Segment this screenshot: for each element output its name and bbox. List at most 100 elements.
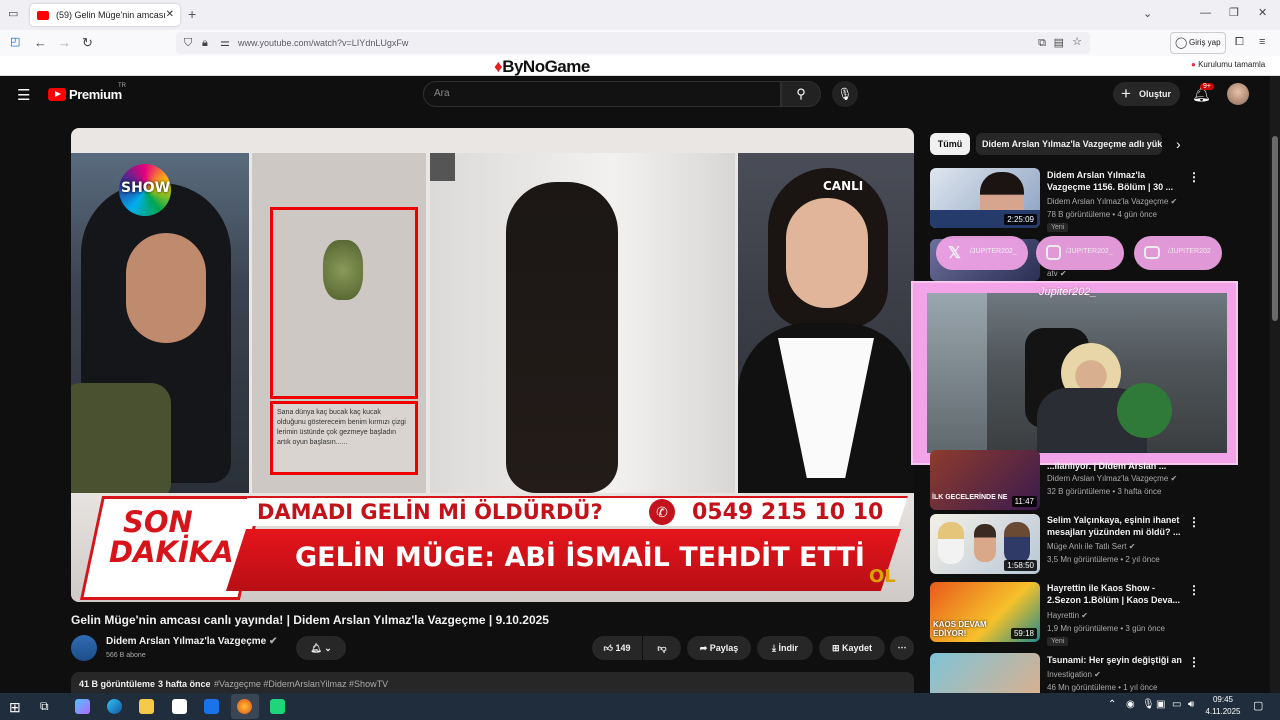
rec-channel[interactable]: Hayrettin ✔ (1047, 611, 1088, 621)
account-icon: ◯ (1175, 37, 1188, 49)
sidebar-toggle-icon[interactable]: ◰ (10, 37, 20, 48)
browser-tab-active[interactable]: (59) Gelin Müge'nin amcası ✕ (30, 4, 180, 26)
subscribed-bell-button[interactable]: 🔔︎ ⌄ (296, 636, 346, 660)
play-triangle-icon (55, 91, 61, 97)
store-icon[interactable] (172, 699, 187, 714)
notification-center-icon[interactable]: ▢ (1253, 699, 1263, 712)
restore-icon[interactable]: ❐ (1229, 8, 1239, 19)
rec-title[interactable]: Hayrettin ile Kaos Show - 2.Sezon 1.Bölü… (1047, 582, 1182, 606)
rec-thumbnail[interactable]: İLK GECELERİNDE NE 11:47 (930, 450, 1040, 510)
rec-thumbnail[interactable]: 2:25:09 (930, 168, 1040, 228)
address-bar[interactable]: ⛉ 🔒︎ ⚌ www.youtube.com/watch?v=LIYdnLUgx… (176, 32, 1090, 54)
tray-chevron-icon[interactable]: ⌃ (1108, 699, 1116, 710)
rec-menu-icon[interactable]: ⋮ (1188, 655, 1200, 669)
picture-in-picture-icon[interactable]: ⧉ (1038, 38, 1046, 49)
back-icon[interactable]: ← (34, 36, 47, 49)
voice-search-icon[interactable]: 🎙︎ (832, 81, 858, 107)
close-tab-icon[interactable]: ✕ (166, 4, 174, 26)
rec-channel-partial[interactable]: atv ✔ (1047, 269, 1067, 279)
rec-menu-icon[interactable]: ⋮ (1188, 583, 1200, 597)
reload-icon[interactable]: ↻ (82, 36, 93, 49)
description-box[interactable]: 41 B görüntüleme 3 hafta önce #Vazgeçme … (71, 672, 914, 693)
share-button[interactable]: ➦ Paylaş (687, 636, 751, 660)
scrollbar-thumb[interactable] (1272, 136, 1278, 321)
create-button[interactable]: + Oluştur (1113, 82, 1180, 106)
rec-thumbnail[interactable]: KAOS DEVAM EDİYOR! 59:18 (930, 582, 1040, 642)
rec-channel-partial-text: atv (1047, 269, 1058, 278)
menu-icon[interactable]: ≡ (1259, 37, 1265, 48)
save-icon: ⊞ (831, 643, 840, 653)
firefox-icon[interactable] (237, 699, 252, 714)
lock-icon[interactable]: 🔒︎ (202, 38, 208, 49)
channel-name[interactable]: Didem Arslan Yılmaz'la Vazgeçme ✔ (106, 636, 277, 647)
display-tray-icon[interactable]: ▣ (1156, 699, 1165, 710)
video-player[interactable]: SHOW Sana dünya kaç bucak kaç kucak oldu… (71, 128, 914, 602)
window-shape (927, 293, 987, 453)
search-button[interactable]: ⚲ (781, 81, 821, 107)
rec-channel[interactable]: Didem Arslan Yılmaz'la Vazgeçme ✔ (1047, 474, 1177, 484)
chip-channel[interactable]: Didem Arslan Yılmaz'la Vazgeçme adlı yük (976, 133, 1162, 155)
rec-thumbnail[interactable] (930, 653, 1040, 693)
video-panel-2: Sana dünya kaç bucak kaç kucak olduğunu … (252, 153, 426, 493)
start-icon[interactable]: ⊞ (9, 699, 21, 716)
rec-title[interactable]: Selim Yalçınkaya, eşinin ihanet mesajlar… (1047, 514, 1182, 538)
microphone-tray-icon[interactable]: 🎙︎ (1142, 699, 1155, 710)
chip-all[interactable]: Tümü (930, 133, 970, 155)
page-scrollbar[interactable] (1270, 76, 1280, 693)
webcam-overlay-frame: Jupiter202_ (911, 281, 1238, 465)
bookmark-label: Kurulumu tamamla (1198, 60, 1266, 69)
rec-menu-icon[interactable]: ⋮ (1188, 170, 1200, 184)
clock-time[interactable]: 09:45 (1205, 695, 1241, 704)
task-view-icon[interactable]: ⧉ (40, 699, 49, 714)
file-explorer-icon[interactable] (139, 699, 154, 714)
mail-icon[interactable] (204, 699, 219, 714)
avatar[interactable] (1227, 83, 1249, 105)
rec-channel[interactable]: Didem Arslan Yılmaz'la Vazgeçme ✔ (1047, 197, 1177, 207)
window-close-icon[interactable]: ✕ (1258, 8, 1267, 19)
edge-icon[interactable] (107, 699, 122, 714)
video-title: Gelin Müge'nin amcası canlı yayında! | D… (71, 613, 549, 627)
rec-title[interactable]: ...ilanlıyor. | Didem Arslan ... (1047, 460, 1182, 472)
rec-title[interactable]: Tsunami: Her şeyin değiştiği an (1047, 654, 1182, 666)
permissions-icon[interactable]: ⚌ (220, 38, 230, 49)
shield-icon[interactable]: ⛉ (184, 38, 192, 49)
new-tab-button[interactable]: + (188, 6, 196, 22)
hamburger-menu-icon[interactable]: ☰ (17, 86, 30, 104)
download-button[interactable]: ⤓ İndir (757, 636, 813, 660)
volume-icon[interactable]: 🔊︎ (1188, 699, 1194, 710)
network-icon[interactable]: ▭ (1172, 699, 1181, 710)
save-button[interactable]: ⊞ Kaydet (819, 636, 885, 660)
like-button[interactable]: 👍︎ 149 (592, 636, 642, 660)
tray-app-icon[interactable]: ◉ (1126, 699, 1135, 710)
rec-stats: 1,9 Mn görüntüleme • 3 gün önce (1047, 624, 1165, 633)
verified-icon: ✔ (1059, 269, 1067, 278)
rec-channel[interactable]: Investigation ✔ (1047, 670, 1101, 680)
rec-title[interactable]: Didem Arslan Yılmaz'la Vazgeçme 1156. Bö… (1047, 169, 1182, 193)
clock-date[interactable]: 4.11.2025 (1200, 707, 1246, 716)
social-instagram-pill: /JUPITER202_ (1036, 236, 1124, 270)
rec-menu-icon[interactable]: ⋮ (1188, 515, 1200, 529)
browser-tab-bar: ▭ (59) Gelin Müge'nin amcası ✕ + ⌄ — ❐ ✕ (0, 0, 1280, 30)
tab-list-icon[interactable]: ▭ (8, 9, 18, 20)
extensions-icon[interactable]: ⧠ (1235, 37, 1244, 48)
bookmark-item[interactable]: ● Kurulumu tamamla (1191, 60, 1265, 69)
channel-avatar[interactable] (71, 635, 97, 661)
rec-channel[interactable]: Müge Anlı ile Tatlı Sert ✔ (1047, 542, 1135, 552)
search-input[interactable]: Ara (423, 81, 781, 107)
hashtags[interactable]: #Vazgeçme #DidemArslanYilmaz #ShowTV (214, 679, 388, 689)
chevron-right-icon[interactable]: › (1176, 136, 1181, 152)
obs-app-icon[interactable] (270, 699, 285, 714)
youtube-outline-icon (1144, 246, 1160, 259)
more-actions-button[interactable]: ⋯ (890, 636, 914, 660)
list-all-tabs-icon[interactable]: ⌄ (1143, 9, 1152, 20)
reader-view-icon[interactable]: ▤ (1054, 38, 1064, 49)
bookmark-star-icon[interactable]: ☆ (1072, 37, 1082, 48)
dislike-button[interactable]: 👎︎ (643, 636, 681, 660)
copilot-icon[interactable] (75, 699, 90, 714)
minimize-icon[interactable]: — (1200, 8, 1211, 19)
rec-thumbnail[interactable]: 1:58:50 (930, 514, 1040, 574)
forward-icon[interactable]: → (58, 36, 71, 49)
social-youtube-pill: /JUPITER202 (1134, 236, 1222, 270)
dakika-label: DAKİKA (109, 535, 234, 569)
signin-button[interactable]: ◯ Giriş yap (1170, 32, 1226, 54)
